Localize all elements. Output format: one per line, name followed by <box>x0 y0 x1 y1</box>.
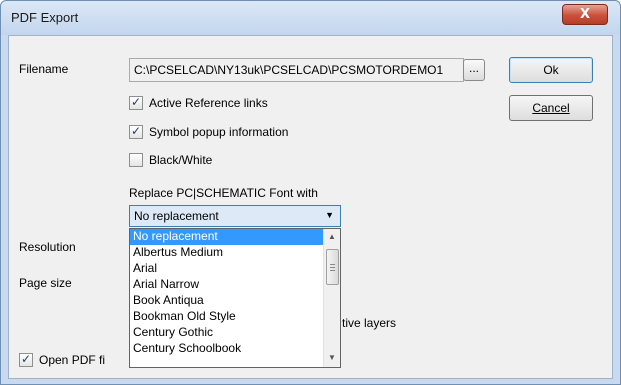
cancel-label: Cancel <box>532 101 570 115</box>
dropdown-item[interactable]: Bookman Old Style <box>130 309 340 325</box>
dropdown-scrollbar[interactable]: ▲ ▼ <box>323 229 340 367</box>
dropdown-item[interactable]: Book Antiqua <box>130 293 340 309</box>
filename-label: Filename <box>19 62 69 76</box>
title-bar[interactable]: PDF Export X <box>1 1 620 35</box>
check-icon: ✓ <box>20 352 32 366</box>
pdf-export-dialog: PDF Export X Filename C:\PCSELCAD\NY13uk… <box>0 0 621 385</box>
black-white-label: Black/White <box>149 153 213 167</box>
grip-line <box>330 264 335 265</box>
dropdown-item[interactable]: No replacement <box>130 229 340 245</box>
ok-button[interactable]: Ok <box>509 57 593 83</box>
symbol-popup-label: Symbol popup information <box>149 125 289 139</box>
font-replace-label: Replace PC|SCHEMATIC Font with <box>129 186 318 200</box>
scrollbar-thumb[interactable] <box>326 249 339 285</box>
close-button[interactable]: X <box>562 4 608 25</box>
layers-option-label: tive layers <box>342 316 397 330</box>
dropdown-item[interactable]: Arial Narrow <box>130 277 340 293</box>
check-icon: ✓ <box>130 124 142 138</box>
cancel-button[interactable]: Cancel <box>509 95 593 121</box>
window-title: PDF Export <box>11 10 79 25</box>
font-replace-dropdown-list[interactable]: No replacement Albertus Medium Arial Ari… <box>129 228 341 368</box>
black-white-checkbox[interactable] <box>129 153 143 167</box>
dialog-body: Filename C:\PCSELCAD\NY13uk\PCSELCAD\PCS… <box>8 35 613 379</box>
close-icon: X <box>579 7 591 22</box>
dropdown-item[interactable]: Albertus Medium <box>130 245 340 261</box>
grip-line <box>330 270 335 271</box>
symbol-popup-checkbox[interactable]: ✓ <box>129 125 143 139</box>
dropdown-item[interactable]: Century Gothic <box>130 325 340 341</box>
page-size-label: Page size <box>19 276 72 290</box>
dropdown-item[interactable]: Arial <box>130 261 340 277</box>
open-pdf-checkbox[interactable]: ✓ <box>19 353 33 367</box>
filename-field[interactable]: C:\PCSELCAD\NY13uk\PCSELCAD\PCSMOTORDEMO… <box>129 58 464 82</box>
scroll-down-icon[interactable]: ▼ <box>328 353 336 362</box>
grip-line <box>330 267 335 268</box>
open-pdf-label: Open PDF fi <box>39 353 106 367</box>
scroll-up-icon[interactable]: ▲ <box>328 232 336 241</box>
dropdown-item[interactable]: Century Schoolbook <box>130 341 340 357</box>
active-reference-links-label: Active Reference links <box>149 96 268 110</box>
font-replace-selected: No replacement <box>134 209 219 223</box>
chevron-down-icon: ▼ <box>325 210 334 220</box>
browse-button[interactable]: ... <box>463 59 485 81</box>
font-replace-select[interactable]: No replacement ▼ <box>129 205 341 227</box>
active-reference-links-checkbox[interactable]: ✓ <box>129 96 143 110</box>
check-icon: ✓ <box>130 95 142 109</box>
resolution-label: Resolution <box>19 240 76 254</box>
